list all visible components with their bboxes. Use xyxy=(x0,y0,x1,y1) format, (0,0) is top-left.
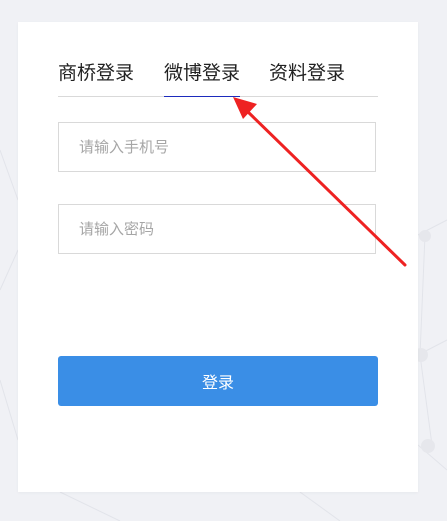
tab-profile-login[interactable]: 资料登录 xyxy=(269,58,345,96)
login-card: 商桥登录 微博登录 资料登录 登录 xyxy=(18,22,418,492)
password-field xyxy=(58,204,376,254)
tab-weibo-login[interactable]: 微博登录 xyxy=(164,58,241,97)
login-button[interactable]: 登录 xyxy=(58,356,378,406)
tab-shangqiao-login[interactable]: 商桥登录 xyxy=(58,58,134,96)
password-input[interactable] xyxy=(59,205,375,253)
phone-field xyxy=(58,122,376,172)
login-tabs: 商桥登录 微博登录 资料登录 xyxy=(58,58,378,97)
phone-input[interactable] xyxy=(59,123,375,171)
